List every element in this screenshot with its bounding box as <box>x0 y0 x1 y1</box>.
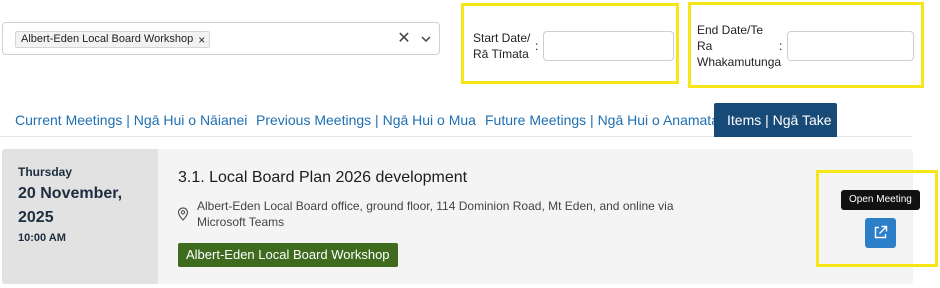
start-date-colon: : <box>535 39 539 53</box>
meeting-tabs: Current Meetings | Ngā Hui o Nāianei Pre… <box>0 103 912 137</box>
start-date-label: Start Date/ Rā Tīmata <box>473 31 531 61</box>
selected-board-chip: Albert-Eden Local Board Workshop × <box>15 31 211 48</box>
end-date-label: End Date/Te Ra Whakamutunga <box>697 22 781 70</box>
tab-current-meetings[interactable]: Current Meetings | Ngā Hui o Nāianei <box>2 103 260 137</box>
meeting-date: 20 November, 2025 <box>18 182 148 230</box>
tab-previous-meetings[interactable]: Previous Meetings | Ngā Hui o Mua <box>243 103 489 137</box>
chevron-down-icon[interactable] <box>417 30 435 48</box>
start-date-input[interactable] <box>543 31 674 61</box>
chip-label: Albert-Eden Local Board Workshop <box>21 33 194 45</box>
end-date-label-line-1: End Date/Te <box>697 23 764 37</box>
clear-selection-icon[interactable]: ✕ <box>395 30 413 48</box>
tab-items[interactable]: Items | Ngā Take <box>714 103 837 137</box>
end-date-colon: : <box>779 39 783 53</box>
end-date-label-line-3: Whakamutunga <box>697 55 782 69</box>
meeting-date-line-2: 2025 <box>18 209 54 226</box>
open-meeting-tooltip: Open Meeting <box>841 190 920 210</box>
meeting-card: Thursday 20 November, 2025 10:00 AM 3.1.… <box>2 149 913 284</box>
map-pin-icon <box>177 207 189 221</box>
chip-remove-icon[interactable]: × <box>198 34 205 46</box>
open-meeting-button[interactable] <box>865 218 896 248</box>
item-title: 3.1. Local Board Plan 2026 development <box>178 169 468 186</box>
meeting-date-column: Thursday 20 November, 2025 10:00 AM <box>2 149 158 284</box>
meeting-day-of-week: Thursday <box>18 165 73 179</box>
end-date-input[interactable] <box>787 31 914 61</box>
meeting-date-line-1: 20 November, <box>18 185 123 202</box>
board-tag-button[interactable]: Albert-Eden Local Board Workshop <box>178 243 398 267</box>
tab-future-meetings[interactable]: Future Meetings | Ngā Hui o Anamata <box>472 103 732 137</box>
end-date-label-line-2: Ra <box>697 39 713 53</box>
external-link-icon <box>874 225 888 239</box>
board-filter-select[interactable]: Albert-Eden Local Board Workshop × ✕ <box>2 22 440 55</box>
meeting-time: 10:00 AM <box>18 232 66 244</box>
meeting-location: Albert-Eden Local Board office, ground f… <box>197 199 674 229</box>
